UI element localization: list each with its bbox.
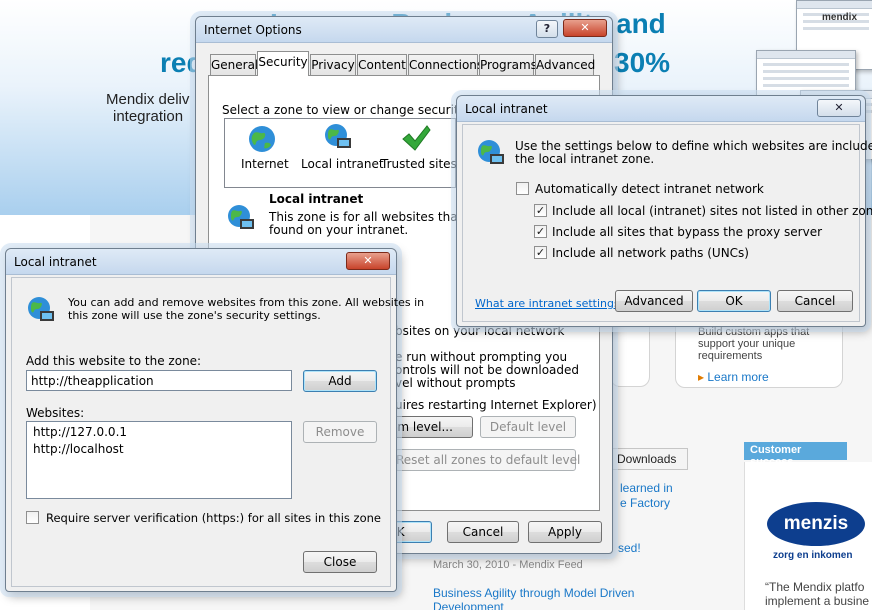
dialog-title: Internet Options: [204, 23, 302, 37]
news-link-agility[interactable]: Business Agility through Model Driven: [433, 586, 634, 600]
add-button[interactable]: Add: [303, 370, 377, 392]
include-bypass-proxy-checkbox[interactable]: ✓: [534, 225, 547, 238]
cancel-button[interactable]: Cancel: [777, 290, 853, 312]
reset-all-zones-button[interactable]: Reset all zones to default level: [395, 449, 580, 471]
include-network-paths-label[interactable]: Include all network paths (UNCs): [552, 246, 749, 260]
zone-trusted-sites-label[interactable]: Trusted sites: [381, 157, 457, 171]
settings-description-1: Use the settings below to define which w…: [515, 139, 872, 153]
tab-privacy[interactable]: Privacy: [310, 54, 356, 76]
learn-more-link[interactable]: ▸ Learn more: [698, 370, 769, 384]
advanced-button[interactable]: Advanced: [615, 290, 693, 312]
internet-globe-icon[interactable]: [246, 123, 278, 155]
local-intranet-sites-dialog: Local intranet ✕ You can add and remove …: [5, 248, 424, 592]
tab-security[interactable]: Security: [257, 51, 309, 76]
list-item[interactable]: http://localhost: [27, 441, 291, 458]
sites-description-2: this zone will use the zone's security s…: [68, 309, 321, 322]
zone-list: Internet Local intranet Trusted sites: [224, 118, 457, 188]
dialog-title: Local intranet: [465, 102, 548, 116]
feature-card-partial: [610, 325, 650, 387]
zone-setting-text-4: vel without prompts: [395, 376, 516, 390]
close-icon[interactable]: ✕: [817, 99, 861, 117]
tab-programs[interactable]: Programs: [479, 54, 537, 76]
add-website-label: Add this website to the zone:: [26, 354, 202, 368]
settings-body: Use the settings below to define which w…: [462, 124, 872, 322]
downloads-tab[interactable]: Downloads: [612, 448, 688, 470]
news-link-1[interactable]: learned in: [620, 481, 673, 495]
tab-general[interactable]: General: [210, 54, 258, 76]
close-icon[interactable]: ✕: [346, 252, 390, 270]
local-intranet-sites-titlebar[interactable]: Local intranet ✕: [6, 249, 396, 275]
include-local-sites-checkbox[interactable]: ✓: [534, 204, 547, 217]
menzis-logo: menzis: [767, 502, 865, 546]
customer-quote: “The Mendix platfo implement a busine: [765, 580, 870, 608]
sites-body: You can add and remove websites from thi…: [11, 277, 424, 587]
intranet-settings-help-link[interactable]: What are intranet settings?: [475, 297, 626, 311]
hero-subtitle-1: Mendix deliv: [106, 91, 190, 108]
remove-button[interactable]: Remove: [303, 421, 377, 443]
auto-detect-checkbox[interactable]: [516, 182, 529, 195]
local-intranet-icon[interactable]: [322, 121, 354, 153]
internet-options-titlebar[interactable]: Internet Options ?: [196, 17, 612, 43]
news-link-3[interactable]: sed!: [618, 541, 641, 555]
customer-success-badge: Customer success: [744, 442, 847, 468]
feature-card: Build custom apps that support your uniq…: [675, 318, 843, 388]
help-button[interactable]: ?: [536, 20, 558, 38]
selected-zone-desc-2: found on your intranet.: [269, 223, 409, 237]
list-item[interactable]: http://127.0.0.1: [27, 424, 291, 441]
zone-setting-text-5: uires restarting Internet Explorer): [395, 398, 597, 412]
include-network-paths-checkbox[interactable]: ✓: [534, 246, 547, 259]
add-website-input[interactable]: http://theapplication: [26, 370, 292, 391]
news-link-2[interactable]: e Factory: [620, 496, 670, 510]
tab-connections[interactable]: Connections: [408, 54, 483, 76]
settings-description-2: the local intranet zone.: [515, 152, 655, 166]
selected-zone-desc-1: This zone is for all websites that are: [269, 210, 486, 224]
tab-advanced[interactable]: Advanced: [535, 54, 595, 76]
local-intranet-settings-dialog: Local intranet ✕ Use the settings below …: [456, 95, 872, 327]
local-intranet-icon-large: [228, 205, 254, 229]
menzis-tagline: zorg en inkomen: [773, 550, 853, 561]
cancel-button[interactable]: Cancel: [447, 521, 519, 543]
include-local-sites-label[interactable]: Include all local (intranet) sites not l…: [552, 204, 872, 218]
tab-content[interactable]: Content: [357, 54, 407, 76]
ok-button[interactable]: OK: [697, 290, 771, 312]
apply-button[interactable]: Apply: [528, 521, 602, 543]
include-bypass-proxy-label[interactable]: Include all sites that bypass the proxy …: [552, 225, 822, 239]
internet-options-close-button[interactable]: ✕: [563, 19, 607, 37]
local-intranet-icon: [478, 140, 504, 164]
check-icon[interactable]: [399, 122, 431, 154]
mendix-logo: mendix: [822, 12, 858, 23]
zone-setting-text-2: e run without prompting you: [395, 350, 568, 364]
news-meta: March 30, 2010 - Mendix Feed: [433, 559, 583, 571]
news-link-agility-2[interactable]: Development: [433, 600, 504, 610]
zone-setting-text-3: ontrols will not be downloaded: [395, 363, 580, 377]
local-intranet-icon: [28, 297, 54, 321]
websites-label: Websites:: [26, 406, 85, 420]
default-level-button[interactable]: Default level: [480, 416, 576, 438]
feature-card-text: Build custom apps that support your uniq…: [698, 326, 810, 362]
dialog-title: Local intranet: [14, 255, 97, 269]
hero-headline-end: 30%: [614, 47, 671, 78]
require-https-label[interactable]: Require server verification (https:) for…: [46, 511, 381, 525]
selected-zone-title: Local intranet: [269, 192, 364, 206]
require-https-checkbox[interactable]: [26, 511, 39, 524]
hero-subtitle-2: integration: [113, 108, 184, 125]
sites-description-1: You can add and remove websites from thi…: [68, 296, 425, 309]
local-intranet-settings-titlebar[interactable]: Local intranet ✕: [457, 96, 865, 122]
websites-list[interactable]: http://127.0.0.1 http://localhost: [26, 421, 292, 499]
customer-box: menzis zorg en inkomen “The Mendix platf…: [744, 462, 872, 610]
zone-internet-label[interactable]: Internet: [241, 157, 289, 171]
close-button[interactable]: Close: [303, 551, 377, 573]
auto-detect-label[interactable]: Automatically detect intranet network: [535, 182, 764, 196]
zone-local-intranet-label[interactable]: Local intranet: [301, 157, 384, 171]
